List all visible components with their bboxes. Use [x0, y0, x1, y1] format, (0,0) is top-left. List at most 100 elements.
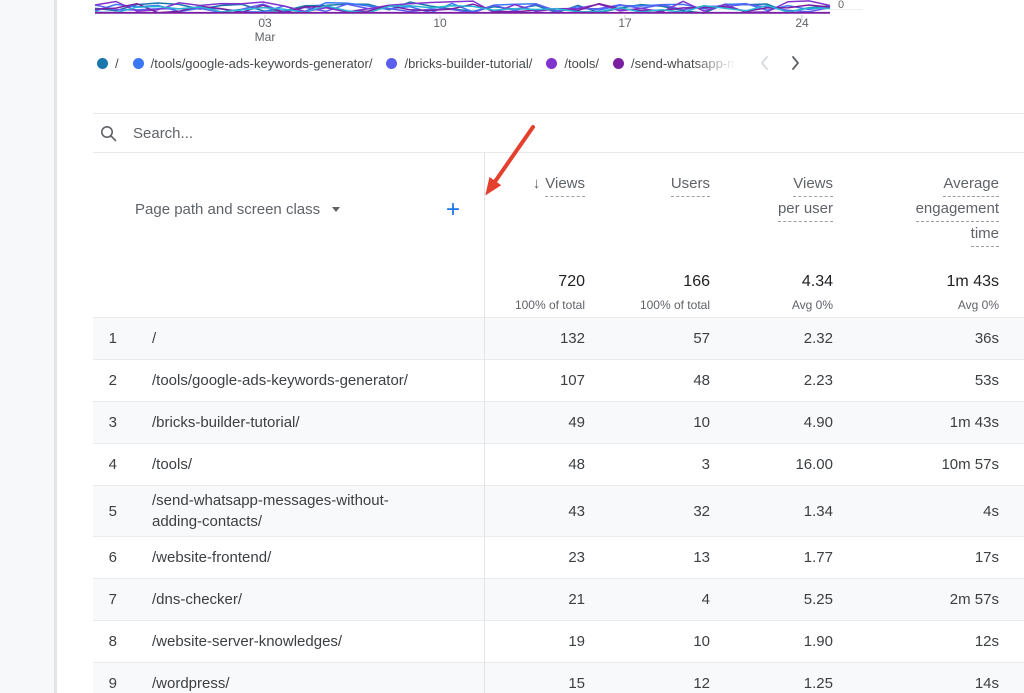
x-axis-tick: 10: [433, 16, 446, 30]
cell-views-per-user: 1.90: [710, 633, 833, 650]
totals-avg-engagement-time: 1m 43s Avg 0%: [833, 273, 999, 312]
legend-label-text: /tools/google-ads-keywords-generator/: [151, 56, 373, 71]
row-page-path: /tools/: [135, 450, 484, 479]
x-axis-tick: 03Mar: [255, 16, 276, 44]
legend-label: /tools/google-ads-keywords-generator/: [151, 56, 373, 71]
legend-prev-icon[interactable]: [759, 55, 770, 71]
legend-item[interactable]: /bricks-builder-tutorial/: [386, 56, 532, 71]
row-number: 7: [93, 591, 135, 608]
chevron-down-icon[interactable]: [332, 207, 340, 212]
cell-views-per-user: 1.34: [710, 503, 833, 520]
cell-views-per-user: 1.77: [710, 549, 833, 566]
column-header-views[interactable]: ↓Views: [484, 172, 585, 247]
row-page-path-text: /website-frontend/: [152, 549, 271, 566]
cell-avg-engagement-time: 14s: [833, 675, 999, 692]
cell-views: 19: [484, 633, 585, 650]
totals-value: 166: [585, 273, 710, 291]
column-header-text: Users: [671, 174, 710, 197]
legend-pager: [759, 55, 801, 71]
y-axis-label: 0: [838, 0, 844, 11]
legend-item[interactable]: /tools/google-ads-keywords-generator/: [133, 56, 373, 71]
row-page-path-text: /tools/google-ads-keywords-generator/: [152, 372, 408, 389]
row-page-path: /dns-checker/: [135, 585, 484, 614]
add-dimension-button[interactable]: +: [446, 200, 460, 220]
row-page-path: /website-frontend/: [135, 543, 484, 572]
table-search-bar: Row: [93, 113, 1024, 153]
column-header-line: ↓Views: [484, 174, 585, 197]
row-number: 4: [93, 456, 135, 473]
table-row: 2/tools/google-ads-keywords-generator/10…: [93, 360, 1024, 402]
row-page-path: /send-whatsapp-messages-without-adding-c…: [135, 486, 484, 536]
legend-dot-icon: [386, 58, 397, 69]
row-page-path: /: [135, 324, 484, 353]
dimension-header-cell: Page path and screen class +: [135, 172, 484, 247]
totals-value: 1m 43s: [833, 273, 999, 291]
left-sidebar: [0, 0, 57, 693]
row-page-path: /tools/google-ads-keywords-generator/: [135, 366, 484, 395]
row-page-path-text: /website-server-knowledges/: [152, 633, 342, 650]
column-header-line: engagement: [833, 199, 999, 222]
legend-label-text: /send-whatsapp-me: [631, 56, 743, 71]
row-number: 8: [93, 633, 135, 650]
cell-views-per-user: 2.32: [710, 330, 833, 347]
column-divider: [484, 152, 485, 693]
totals-users: 166 100% of total: [585, 273, 710, 312]
column-header-line: time: [833, 224, 999, 247]
cell-views: 43: [484, 503, 585, 520]
cell-users: 32: [585, 503, 710, 520]
row-number: 3: [93, 414, 135, 431]
x-axis-tick: 24: [795, 16, 808, 30]
cell-users: 48: [585, 372, 710, 389]
column-header-users[interactable]: Users: [585, 172, 710, 247]
totals-subtext: 100% of total: [585, 298, 710, 312]
legend-dot-icon: [546, 58, 557, 69]
column-header-views-per-user[interactable]: Viewsper user: [710, 172, 833, 247]
cell-users: 10: [585, 414, 710, 431]
traffic-chart-lines: [57, 0, 1024, 22]
cell-views: 132: [484, 330, 585, 347]
row-page-path-text: /dns-checker/: [152, 591, 242, 608]
cell-views: 21: [484, 591, 585, 608]
column-header-avg-engagement-time[interactable]: Averageengagementtime: [833, 172, 999, 247]
cell-users: 12: [585, 675, 710, 692]
cell-views: 107: [484, 372, 585, 389]
column-header-line: per user: [710, 199, 833, 222]
legend-item[interactable]: /send-whatsapp-me: [613, 56, 743, 71]
table-row: 8/website-server-knowledges/19101.9012s: [93, 621, 1024, 663]
cell-views: 49: [484, 414, 585, 431]
table-row: 3/bricks-builder-tutorial/49104.901m 43s: [93, 402, 1024, 444]
row-page-path: /wordpress/: [135, 669, 484, 693]
column-header-line: Views: [710, 174, 833, 197]
analytics-pages-report: 03Mar 10 17 24 0 / /tools/google-ads-keyword…: [0, 0, 1024, 693]
row-page-path-text: /bricks-builder-tutorial/: [152, 414, 300, 431]
dimension-header-label[interactable]: Page path and screen class: [135, 201, 320, 218]
table-body: 1/132572.3236s2/tools/google-ads-keyword…: [93, 317, 1024, 693]
legend-label-text: /tools/: [564, 56, 599, 71]
legend-item[interactable]: /tools/: [546, 56, 599, 71]
totals-spacer: [135, 273, 484, 312]
column-header-text: per user: [778, 199, 833, 222]
table-row: 9/wordpress/15121.2514s: [93, 663, 1024, 693]
cell-avg-engagement-time: 53s: [833, 372, 999, 389]
x-axis-tick: 17: [618, 16, 631, 30]
legend-label-text: /: [115, 56, 119, 71]
traffic-chart: 03Mar 10 17 24 0: [57, 0, 1024, 52]
legend-dot-icon: [133, 58, 144, 69]
column-header-text: time: [971, 224, 999, 247]
legend-items: / /tools/google-ads-keywords-generator/ /b…: [97, 56, 743, 71]
column-header-text: Average: [943, 174, 999, 197]
legend-item[interactable]: /: [97, 56, 119, 71]
cell-avg-engagement-time: 4s: [833, 503, 999, 520]
totals-subtext: Avg 0%: [833, 298, 999, 312]
row-page-path-text: /tools/: [152, 456, 192, 473]
table-row: 6/website-frontend/23131.7717s: [93, 537, 1024, 579]
metric-headers-row: Page path and screen class + ↓Views Users…: [93, 172, 1024, 247]
row-page-path: /website-server-knowledges/: [135, 627, 484, 656]
legend-next-icon[interactable]: [790, 55, 801, 71]
search-input[interactable]: [131, 124, 1024, 143]
totals-value: 4.34: [710, 273, 833, 291]
cell-avg-engagement-time: 36s: [833, 330, 999, 347]
cell-users: 10: [585, 633, 710, 650]
totals-subtext: Avg 0%: [710, 298, 833, 312]
totals-row: 720100% of total166100% of total4.34Avg …: [93, 273, 1024, 312]
